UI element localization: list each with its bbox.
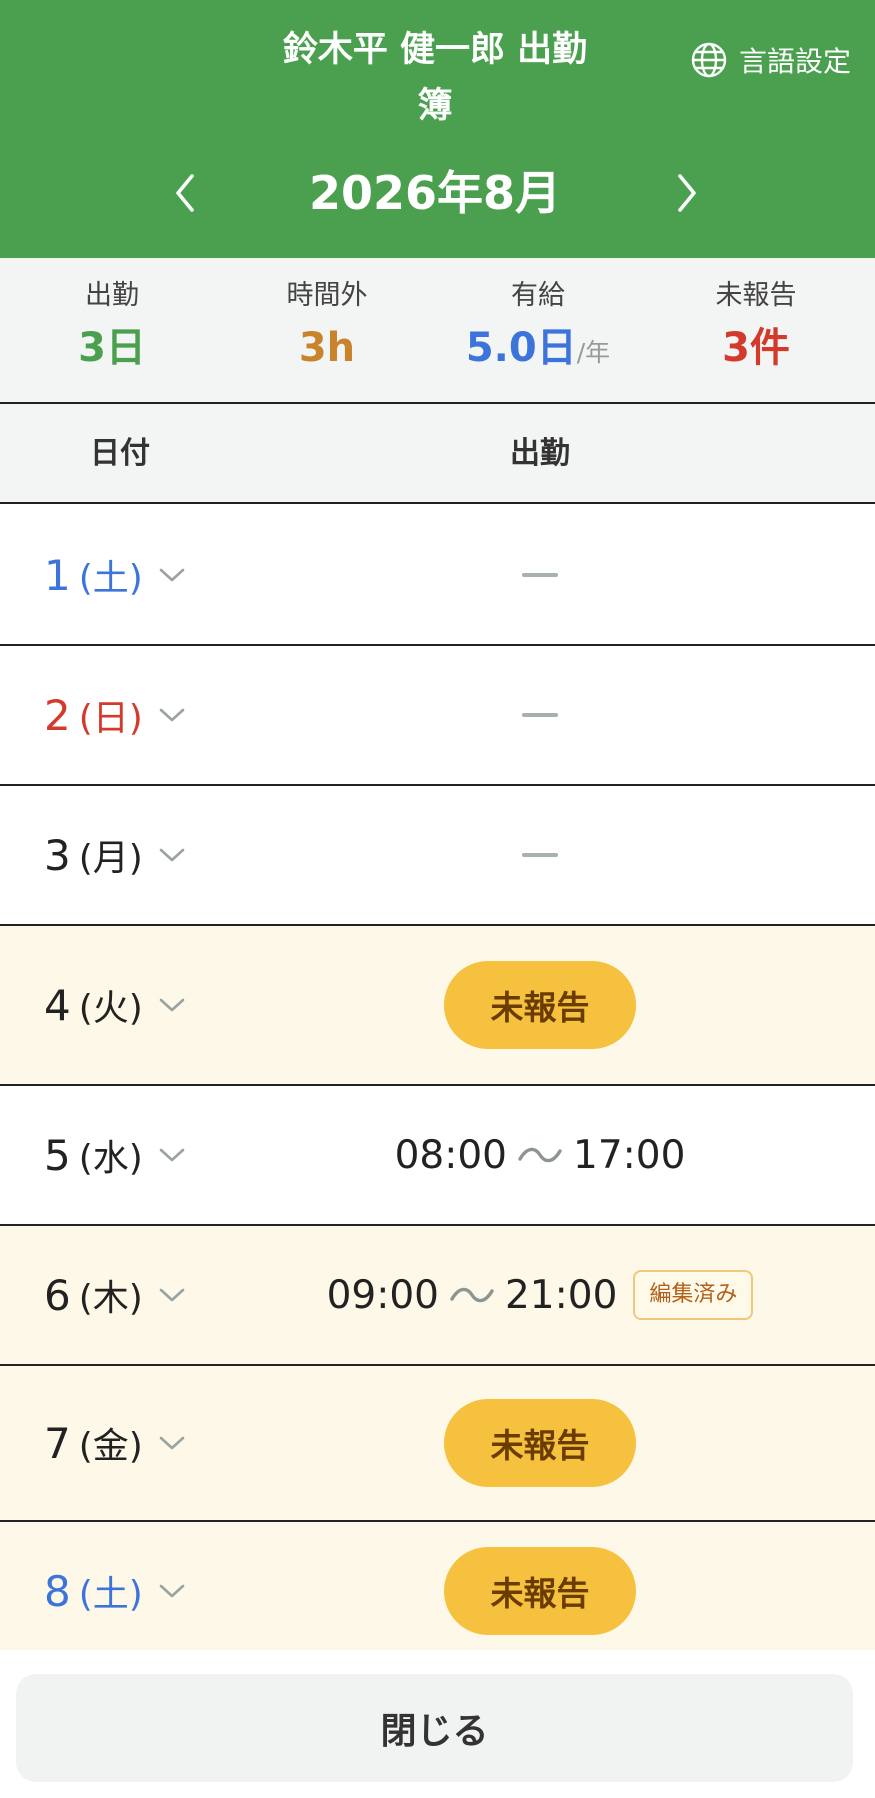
edited-badge: 編集済み <box>633 1270 754 1320</box>
work-time-range: 09:00 21:00 <box>327 1273 618 1318</box>
column-header-attendance: 出勤 <box>510 436 570 471</box>
attendance-row[interactable]: 3 (月) <box>0 786 875 926</box>
summary-panel: 出勤 3日 時間外 3h 有給 5.0日/年 未報告 3件 <box>0 258 875 404</box>
row-day-number: 3 <box>44 830 71 880</box>
language-settings-button[interactable]: 言語設定 <box>689 40 851 80</box>
stat-paid-leave-value-wrap: 5.0日/年 <box>438 318 638 383</box>
dash-icon <box>522 573 558 577</box>
row-weekday: (土) <box>78 558 143 599</box>
stat-unreported: 未報告 3件 <box>656 278 856 378</box>
row-day-number: 5 <box>44 1130 71 1180</box>
tilde-icon <box>450 1287 494 1303</box>
chevron-down-icon <box>159 848 185 862</box>
attendance-row[interactable]: 2 (日) <box>0 646 875 786</box>
chevron-right-icon <box>678 174 696 212</box>
row-attendance: 未報告 <box>240 926 840 1084</box>
row-weekday: (水) <box>78 1138 143 1179</box>
globe-icon <box>691 42 727 78</box>
start-time: 09:00 <box>326 1272 439 1318</box>
stat-overtime-value: 3h <box>298 325 356 371</box>
row-date[interactable]: 6 (木) <box>44 1226 187 1364</box>
footer-bar: 閉じる <box>0 1650 875 1798</box>
row-date[interactable]: 2 (日) <box>44 646 187 784</box>
page-title: 鈴木平 健一郎 出勤 簿 <box>250 22 620 134</box>
row-weekday: (土) <box>78 1574 143 1615</box>
row-weekday: (金) <box>78 1426 143 1467</box>
language-settings-label: 言語設定 <box>738 45 851 78</box>
prev-month-button[interactable] <box>160 168 210 218</box>
page-title-line2: 簿 <box>417 86 453 126</box>
stat-paid-leave: 有給 5.0日/年 <box>438 278 638 383</box>
row-attendance <box>240 506 840 644</box>
row-day-number: 6 <box>44 1270 71 1320</box>
stat-attendance: 出勤 3日 <box>12 278 212 378</box>
stat-paid-leave-unit: /年 <box>576 338 611 367</box>
chevron-down-icon <box>159 998 185 1012</box>
dash-icon <box>522 853 558 857</box>
chevron-down-icon <box>159 1148 185 1162</box>
row-day-number: 4 <box>44 980 71 1030</box>
row-date[interactable]: 7 (金) <box>44 1366 187 1520</box>
stat-attendance-label: 出勤 <box>85 280 139 311</box>
stat-attendance-value: 3日 <box>78 325 146 371</box>
start-time: 08:00 <box>394 1132 507 1178</box>
row-attendance: 09:00 21:00 編集済み <box>240 1226 840 1364</box>
column-header-date: 日付 <box>90 436 150 471</box>
stat-paid-leave-label: 有給 <box>511 280 565 311</box>
end-time: 21:00 <box>504 1272 618 1318</box>
attendance-row[interactable]: 1 (土) <box>0 506 875 646</box>
page-title-line1: 鈴木平 健一郎 出勤 <box>282 30 588 70</box>
tilde-icon <box>518 1147 562 1163</box>
chevron-down-icon <box>159 568 185 582</box>
row-weekday: (木) <box>78 1278 143 1319</box>
unreported-badge-button[interactable]: 未報告 <box>444 1399 636 1487</box>
row-weekday: (火) <box>78 988 143 1029</box>
stat-overtime: 時間外 3h <box>227 278 427 378</box>
row-attendance: 未報告 <box>240 1522 840 1660</box>
chevron-down-icon <box>159 1584 185 1598</box>
row-attendance: 未報告 <box>240 1366 840 1520</box>
row-day-number: 2 <box>44 690 71 740</box>
attendance-row[interactable]: 6 (木) 09:00 21:00 編集済み <box>0 1226 875 1366</box>
stat-unreported-value: 3件 <box>722 325 790 371</box>
dash-icon <box>522 713 558 717</box>
attendance-row[interactable]: 7 (金) 未報告 <box>0 1366 875 1522</box>
row-attendance <box>240 786 840 924</box>
row-day-number: 1 <box>44 550 71 600</box>
stat-unreported-label: 未報告 <box>715 280 797 311</box>
close-button[interactable]: 閉じる <box>16 1674 853 1782</box>
row-attendance: 08:00 17:00 <box>240 1086 840 1224</box>
row-attendance <box>240 646 840 784</box>
stat-overtime-label: 時間外 <box>286 280 368 311</box>
row-date[interactable]: 1 (土) <box>44 506 187 644</box>
row-day-number: 8 <box>44 1566 71 1616</box>
chevron-down-icon <box>159 1288 185 1302</box>
table-header: 日付 出勤 <box>0 404 875 504</box>
unreported-badge-button[interactable]: 未報告 <box>444 1547 636 1635</box>
next-month-button[interactable] <box>662 168 712 218</box>
row-date[interactable]: 4 (火) <box>44 926 187 1084</box>
attendance-row[interactable]: 8 (土) 未報告 <box>0 1522 875 1662</box>
attendance-screen: 鈴木平 健一郎 出勤 簿 言語設定 2026年8月 出勤 3日 時間外 3h 有… <box>0 0 875 1798</box>
row-date[interactable]: 8 (土) <box>44 1522 187 1660</box>
chevron-down-icon <box>159 1436 185 1450</box>
unreported-badge-button[interactable]: 未報告 <box>444 961 636 1049</box>
chevron-left-icon <box>176 174 194 212</box>
row-weekday: (日) <box>78 698 143 739</box>
row-day-number: 7 <box>44 1418 71 1468</box>
header-bar: 鈴木平 健一郎 出勤 簿 言語設定 2026年8月 <box>0 0 875 258</box>
month-navigation: 2026年8月 <box>0 158 875 228</box>
current-month: 2026年8月 <box>308 166 562 220</box>
attendance-row[interactable]: 4 (火) 未報告 <box>0 926 875 1086</box>
chevron-down-icon <box>159 708 185 722</box>
work-time-range: 08:00 17:00 <box>395 1133 686 1178</box>
attendance-row[interactable]: 5 (水) 08:00 17:00 <box>0 1086 875 1226</box>
row-date[interactable]: 3 (月) <box>44 786 187 924</box>
end-time: 17:00 <box>573 1132 686 1178</box>
row-date[interactable]: 5 (水) <box>44 1086 187 1224</box>
stat-paid-leave-value: 5.0日 <box>465 325 577 371</box>
row-weekday: (月) <box>78 838 143 879</box>
